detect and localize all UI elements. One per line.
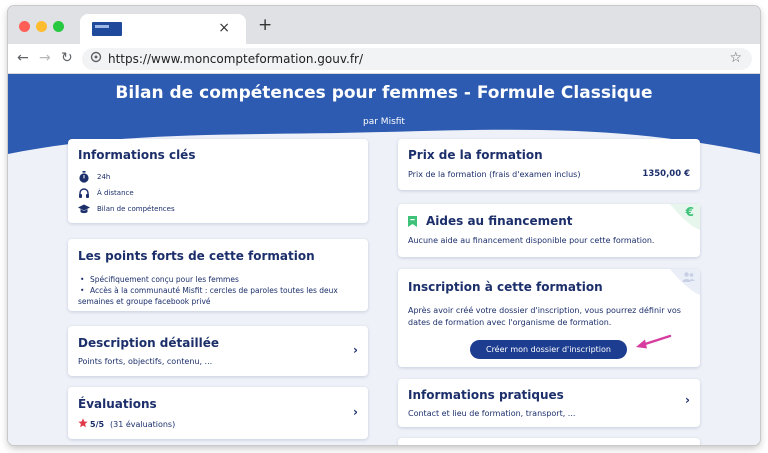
url-text: https://www.moncompteformation.gouv.fr/: [108, 52, 364, 66]
review-count: (31 évaluations): [110, 420, 176, 429]
key-info-title: Informations clés: [78, 148, 196, 162]
financing-text: Aucune aide au financement disponible po…: [408, 236, 655, 245]
address-bar[interactable]: https://www.moncompteformation.gouv.fr/ …: [82, 48, 752, 70]
address-toolbar: ← → ↻ https://www.moncompteformation.gou…: [8, 44, 760, 74]
maximize-window-button[interactable]: [53, 21, 64, 32]
reload-icon[interactable]: ↻: [61, 50, 73, 66]
stopwatch-icon: [79, 171, 89, 183]
price-label: Prix de la formation (frais d'examen inc…: [408, 170, 581, 179]
provider-name: par Misfit: [363, 117, 405, 127]
browser-window: × + ← → ↻ https://www.moncompteformation…: [8, 6, 760, 445]
duration-label: 24h: [97, 173, 111, 181]
strengths-card: Les points forts de cette formation Spéc…: [68, 239, 368, 311]
practical-info-card[interactable]: Informations pratiques Contact et lieu d…: [398, 379, 700, 427]
modality-label: À distance: [97, 189, 134, 197]
graduation-cap-icon: [78, 204, 90, 214]
headphones-icon: [79, 188, 89, 198]
forward-icon[interactable]: →: [39, 50, 51, 66]
practical-info-title: Informations pratiques: [408, 388, 564, 402]
financing-card: € Aides au financement Aucune aide au fi…: [398, 204, 700, 257]
price-value: 1350,00 €: [642, 169, 690, 179]
registration-text-line1: Après avoir créé votre dossier d'inscrip…: [408, 306, 681, 315]
price-card: Prix de la formation Prix de la formatio…: [398, 139, 700, 190]
create-registration-button[interactable]: Créer mon dossier d'inscription: [470, 340, 627, 359]
browser-tab[interactable]: ×: [80, 14, 246, 44]
reviews-title: Évaluations: [78, 397, 157, 411]
chevron-right-icon: ›: [685, 393, 690, 407]
reviews-card[interactable]: Évaluations 5/5 (31 évaluations) ›: [68, 387, 368, 439]
description-text: Points forts, objectifs, contenu, ...: [78, 357, 213, 366]
next-card: [398, 438, 700, 445]
page-title: Bilan de compétences pour femmes - Formu…: [115, 83, 653, 103]
euro-icon: €: [685, 205, 694, 219]
registration-text-line2: dates de formation avec l'organisme de f…: [408, 318, 612, 327]
review-score: 5/5: [90, 420, 105, 429]
price-title: Prix de la formation: [408, 148, 543, 162]
financing-title: Aides au financement: [426, 214, 573, 228]
back-icon[interactable]: ←: [17, 50, 29, 66]
close-tab-icon[interactable]: ×: [218, 20, 230, 36]
star-rating-icon: [78, 418, 88, 428]
close-window-button[interactable]: [19, 21, 30, 32]
registration-card: Inscription à cette formation Après avoi…: [398, 269, 700, 367]
list-item: Spécifiquement conçu pour les femmes: [78, 274, 368, 285]
list-item: Accès à la communauté Misfit : cercles d…: [78, 285, 368, 296]
site-info-icon[interactable]: [90, 51, 102, 67]
bookmark-icon: [408, 216, 417, 227]
strengths-title: Les points forts de cette formation: [78, 249, 315, 263]
bookmark-star-icon[interactable]: ☆: [729, 50, 742, 66]
registration-title: Inscription à cette formation: [408, 280, 603, 294]
strengths-list: Spécifiquement conçu pour les femmes Acc…: [78, 274, 368, 307]
card-corner-decoration: [670, 204, 700, 230]
chevron-right-icon: ›: [353, 343, 358, 357]
description-title: Description détaillée: [78, 336, 219, 350]
practical-info-text: Contact et lieu de formation, transport,…: [408, 409, 576, 418]
new-tab-button[interactable]: +: [258, 16, 272, 34]
annotation-arrow-icon: [636, 334, 672, 349]
site-favicon-icon: [92, 22, 122, 36]
description-card[interactable]: Description détaillée Points forts, obje…: [68, 326, 368, 376]
tab-bar: × +: [8, 6, 760, 44]
minimize-window-button[interactable]: [36, 21, 47, 32]
people-icon: [682, 272, 695, 282]
certification-label: Bilan de compétences: [97, 205, 175, 213]
page-content: Bilan de compétences pour femmes - Formu…: [8, 74, 760, 445]
key-info-card: Informations clés 24h À distance Bilan d…: [68, 139, 368, 223]
list-item-continuation: semaines et groupe facebook privé: [78, 297, 211, 306]
chevron-right-icon: ›: [353, 405, 358, 419]
